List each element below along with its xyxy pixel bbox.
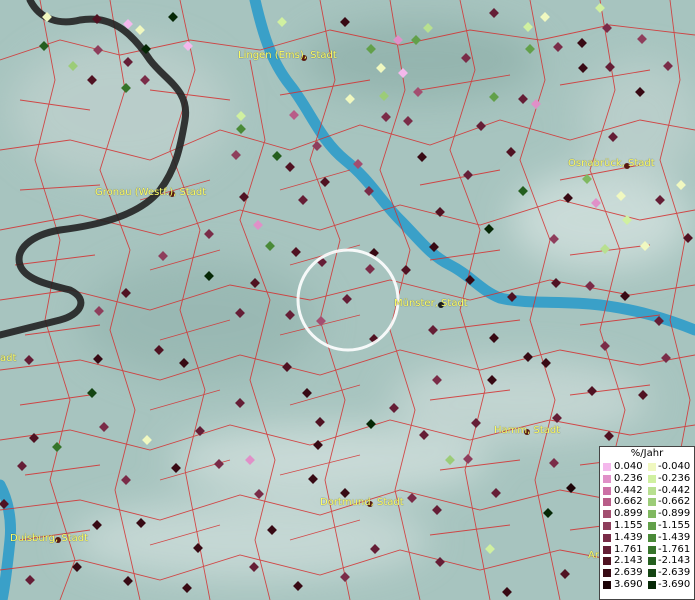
legend-value-positive: 0.236 bbox=[614, 472, 643, 484]
legend-value-negative: -0.236 bbox=[658, 472, 691, 484]
legend-row: 0.236 -0.236 bbox=[600, 473, 694, 485]
legend-swatch-negative bbox=[648, 580, 656, 589]
legend-value-negative: -1.761 bbox=[658, 543, 691, 555]
city-label-duisburg: Duisburg, Stadt bbox=[10, 533, 89, 544]
city-label-lingen: Lingen (Ems), Stadt bbox=[238, 50, 337, 61]
map-canvas[interactable] bbox=[0, 0, 695, 600]
legend-row: 0.442 -0.442 bbox=[600, 485, 694, 497]
legend-swatch-negative bbox=[648, 486, 656, 495]
legend-value-positive: 2.639 bbox=[614, 567, 643, 579]
legend-row: 0.662 -0.662 bbox=[600, 496, 694, 508]
legend-swatch-negative bbox=[648, 521, 656, 530]
legend-swatch-negative bbox=[648, 510, 656, 519]
legend-swatch-positive bbox=[603, 498, 611, 507]
legend-value-negative: -0.442 bbox=[658, 484, 691, 496]
legend-swatch-negative bbox=[648, 498, 656, 507]
legend-swatch-positive bbox=[603, 580, 611, 589]
city-label-left-cut: adt bbox=[0, 353, 17, 364]
legend-swatch-negative bbox=[648, 533, 656, 542]
legend-rows: 0.040 -0.040 0.236 -0.236 0.442 -0.442 0.662 -0… bbox=[600, 461, 694, 591]
legend-swatch-positive bbox=[603, 474, 611, 483]
legend-value-positive: 3.690 bbox=[614, 578, 643, 590]
legend-value-positive: 1.155 bbox=[614, 519, 643, 531]
legend-title: %/Jahr bbox=[630, 448, 664, 459]
legend: %/Jahr 0.040 -0.040 0.236 -0.236 0.442 -0.442… bbox=[599, 446, 695, 600]
city-label-dortmund: Dortmund, Stadt bbox=[320, 497, 404, 508]
legend-row: 1.761 -1.761 bbox=[600, 544, 694, 556]
legend-row: 0.899 -0.899 bbox=[600, 508, 694, 520]
legend-swatch-negative bbox=[648, 545, 656, 554]
city-label-right-cut: Ar bbox=[588, 550, 599, 561]
city-label-hamm: Hamm, Stadt bbox=[494, 425, 561, 436]
legend-value-positive: 1.761 bbox=[614, 543, 643, 555]
legend-swatch-positive bbox=[603, 569, 611, 578]
legend-swatch-negative bbox=[648, 474, 656, 483]
legend-value-positive: 0.899 bbox=[614, 508, 643, 520]
legend-swatch-positive bbox=[603, 533, 611, 542]
city-label-gronau: Gronau (Westf.), Stadt bbox=[95, 187, 207, 198]
legend-swatch-positive bbox=[603, 521, 611, 530]
legend-row: 1.439 -1.439 bbox=[600, 532, 694, 544]
legend-value-positive: 0.040 bbox=[614, 461, 643, 472]
legend-value-negative: -3.690 bbox=[658, 578, 691, 590]
legend-value-negative: -2.639 bbox=[658, 567, 691, 579]
city-label-osnabrueck: Osnabrück, Stadt bbox=[568, 158, 655, 169]
city-label-muenster: Münster, Stadt bbox=[394, 298, 468, 309]
legend-value-negative: -2.143 bbox=[658, 555, 691, 567]
legend-swatch-negative bbox=[648, 463, 656, 471]
legend-swatch-negative bbox=[648, 557, 656, 566]
legend-value-negative: -0.899 bbox=[658, 508, 691, 520]
legend-value-positive: 0.442 bbox=[614, 484, 643, 496]
map-view[interactable]: Lingen (Ems), Stadt Osnabrück, Stadt Gro… bbox=[0, 0, 695, 600]
legend-value-positive: 2.143 bbox=[614, 555, 643, 567]
legend-row: 2.143 -2.143 bbox=[600, 555, 694, 567]
legend-row: 3.690 -3.690 bbox=[600, 579, 694, 591]
legend-value-positive: 1.439 bbox=[614, 531, 643, 543]
legend-swatch-negative bbox=[648, 569, 656, 578]
legend-row: 2.639 -2.639 bbox=[600, 567, 694, 579]
legend-value-negative: -0.662 bbox=[658, 496, 691, 508]
legend-swatch-positive bbox=[603, 557, 611, 566]
legend-swatch-positive bbox=[603, 545, 611, 554]
legend-row: 1.155 -1.155 bbox=[600, 520, 694, 532]
legend-value-negative: -1.155 bbox=[658, 519, 691, 531]
legend-value-negative: -0.040 bbox=[658, 461, 691, 472]
legend-swatch-positive bbox=[603, 486, 611, 495]
legend-swatch-positive bbox=[603, 463, 611, 471]
legend-row: 0.040 -0.040 bbox=[600, 461, 694, 473]
legend-value-positive: 0.662 bbox=[614, 496, 643, 508]
legend-value-negative: -1.439 bbox=[658, 531, 691, 543]
legend-swatch-positive bbox=[603, 510, 611, 519]
